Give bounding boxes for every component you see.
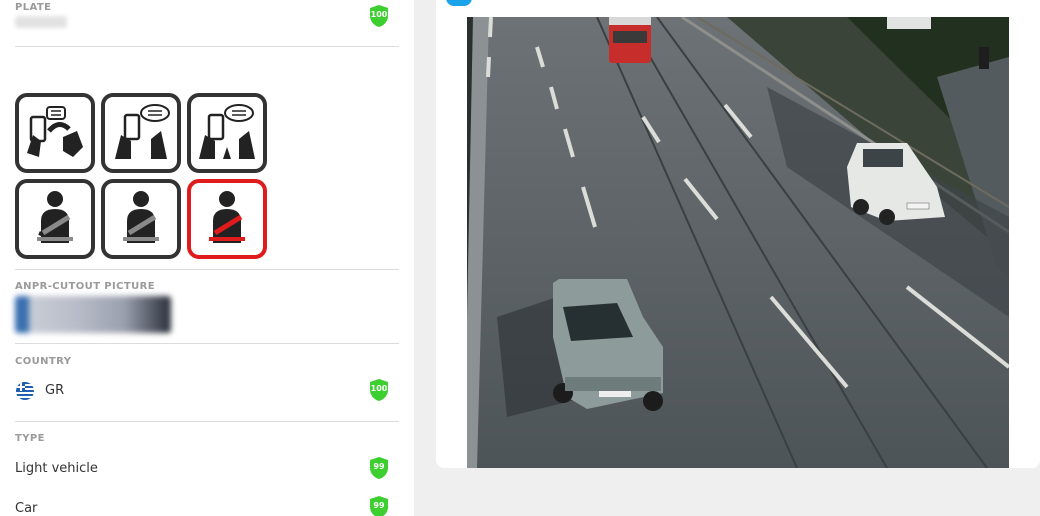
phone-handoff-icon (15, 93, 95, 173)
plate-value-blurred (15, 16, 67, 28)
anpr-cutout-image (15, 296, 171, 333)
type-value-light-vehicle: Light vehicle (15, 461, 98, 476)
phone-talk-hands-icon (101, 93, 181, 173)
phone-talk-hands-alt-icon (187, 93, 267, 173)
country-confidence-badge: 100 (368, 378, 390, 402)
divider (15, 421, 399, 422)
anpr-cutout-label: ANPR-CUTOUT PICTURE (15, 281, 155, 292)
traffic-camera-image[interactable] (467, 17, 1009, 468)
plate-confidence-value: 100 (370, 10, 388, 19)
greece-flag-icon (16, 382, 34, 400)
type-confidence-badge: 99 (368, 456, 390, 480)
country-value: GR (45, 383, 65, 398)
seatbelt-red-icon (187, 179, 267, 259)
country-confidence-value: 100 (370, 384, 388, 393)
divider (15, 269, 399, 270)
seatbelt-icon (15, 179, 95, 259)
subtype-confidence-badge: 99 (368, 495, 390, 516)
plate-confidence-badge: 100 (368, 4, 390, 28)
type-value-car: Car (15, 501, 38, 516)
plate-label: PLATE (15, 2, 52, 13)
type-label: TYPE (15, 433, 45, 444)
divider (15, 46, 399, 47)
seatbelt-icon (101, 179, 181, 259)
country-label: COUNTRY (15, 356, 72, 367)
type-confidence-value: 99 (373, 462, 385, 471)
divider (15, 343, 399, 344)
subtype-confidence-value: 99 (373, 501, 385, 510)
vehicle-details-panel: PLATE 100 ANPR-CUTOUT PICTURE COUNTRY GR… (0, 0, 414, 516)
